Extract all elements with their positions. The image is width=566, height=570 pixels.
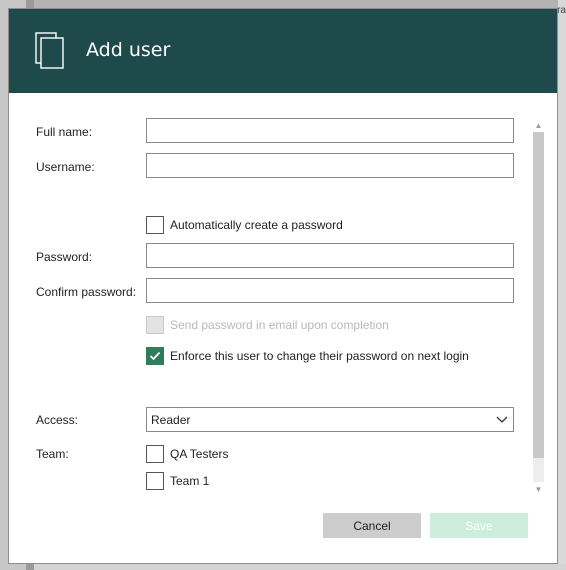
scroll-up-icon[interactable]: ▲ — [531, 118, 546, 132]
background-window-bottom — [34, 564, 566, 570]
team-qa-testers-label: QA Testers — [170, 447, 229, 461]
password-input[interactable] — [146, 243, 514, 268]
enforce-change-checkbox-row[interactable]: Enforce this user to change their passwo… — [146, 347, 469, 365]
password-label: Password: — [36, 250, 93, 264]
dialog-header: Add user — [9, 9, 557, 93]
background-window-right — [558, 0, 566, 570]
send-email-checkbox — [146, 316, 164, 334]
team-team-1-label: Team 1 — [170, 474, 210, 488]
send-email-checkbox-row: Send password in email upon completion — [146, 316, 389, 334]
full-name-input[interactable] — [146, 118, 514, 143]
team-option-qa-testers[interactable]: QA Testers — [146, 445, 228, 463]
access-label: Access: — [36, 413, 79, 427]
checkmark-icon — [149, 351, 161, 361]
access-selected-value: Reader — [151, 412, 191, 427]
team-team-1-checkbox[interactable] — [146, 472, 164, 490]
background-edge-text: ra — [557, 5, 566, 16]
send-email-label: Send password in email upon completion — [170, 318, 389, 332]
auto-password-checkbox-row[interactable]: Automatically create a password — [146, 216, 343, 234]
auto-password-label: Automatically create a password — [170, 218, 343, 232]
dialog-title: Add user — [86, 39, 171, 61]
access-select[interactable]: Reader — [146, 407, 514, 432]
auto-password-checkbox[interactable] — [146, 216, 164, 234]
team-qa-testers-checkbox[interactable] — [146, 445, 164, 463]
username-input[interactable] — [146, 153, 514, 178]
enforce-change-checkbox[interactable] — [146, 347, 164, 365]
cancel-button[interactable]: Cancel — [323, 513, 421, 538]
save-button[interactable]: Save — [430, 513, 528, 538]
add-user-dialog: Add user Full name: Username: Automatica… — [8, 8, 558, 564]
scroll-down-icon[interactable]: ▼ — [531, 482, 546, 496]
form-scrollbar[interactable]: ▲ ▼ — [531, 118, 546, 496]
documents-icon — [35, 32, 64, 69]
team-label: Team: — [36, 447, 69, 461]
full-name-label: Full name: — [36, 125, 93, 139]
enforce-change-label: Enforce this user to change their passwo… — [170, 349, 469, 363]
team-option-team-1[interactable]: Team 1 — [146, 472, 209, 490]
scroll-thumb[interactable] — [533, 132, 544, 458]
username-label: Username: — [36, 160, 95, 174]
chevron-down-icon — [496, 416, 508, 423]
confirm-password-input[interactable] — [146, 278, 514, 303]
confirm-password-label: Confirm password: — [36, 285, 137, 299]
